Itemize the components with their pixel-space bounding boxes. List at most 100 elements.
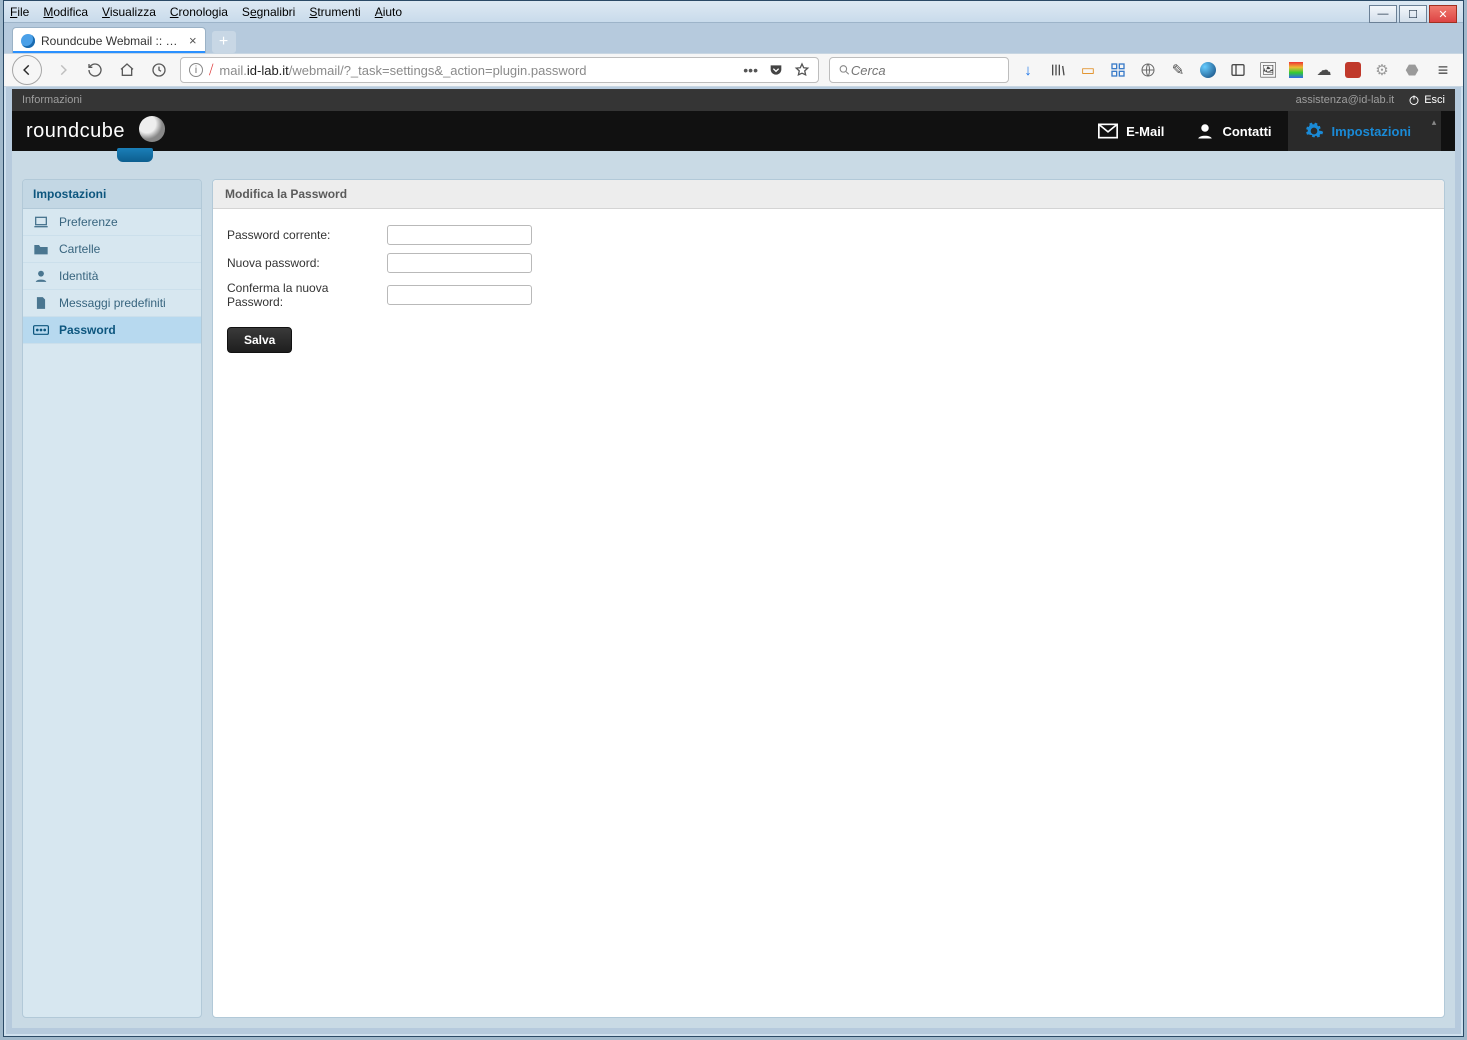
- menu-segnalibri[interactable]: Segnalibri: [242, 5, 295, 19]
- content-area: Impostazioni Preferenze Cartelle: [22, 179, 1445, 1018]
- panel-title: Modifica la Password: [213, 180, 1444, 209]
- addon-shield-icon[interactable]: [1345, 62, 1361, 78]
- logout-link[interactable]: Esci: [1408, 94, 1445, 106]
- confirm-password-label: Conferma la nuova Password:: [227, 281, 387, 309]
- settings-sidebar: Impostazioni Preferenze Cartelle: [22, 179, 202, 1018]
- browser-toolbar-icons: ↓ ▭ ✎ 🖼 ☁ ⚙ ⬣: [1019, 61, 1421, 79]
- sidebar-item-password[interactable]: Password: [23, 317, 201, 344]
- menu-file[interactable]: FFileile: [10, 5, 29, 19]
- nav-forward-button[interactable]: [52, 59, 74, 81]
- confirm-password-input[interactable]: [387, 285, 532, 305]
- downloads-icon[interactable]: ↓: [1019, 61, 1037, 79]
- topnav-settings[interactable]: Impostazioni: [1288, 111, 1427, 151]
- addon-picture-icon[interactable]: 🖼: [1259, 61, 1277, 79]
- new-tab-button[interactable]: +: [212, 31, 236, 53]
- sidebar-item-cartelle[interactable]: Cartelle: [23, 236, 201, 263]
- site-info-icon[interactable]: i: [189, 63, 203, 77]
- library-icon[interactable]: [1049, 61, 1067, 79]
- save-button[interactable]: Salva: [227, 327, 292, 353]
- logo-ball-icon: [139, 116, 165, 142]
- new-password-input[interactable]: [387, 253, 532, 273]
- row-new-password: Nuova password:: [227, 253, 1430, 273]
- tab-favicon-icon: [21, 34, 35, 48]
- browser-menu-button[interactable]: ≡: [1431, 60, 1455, 81]
- ruler-icon[interactable]: ▭: [1079, 61, 1097, 79]
- topnav-contacts[interactable]: Contatti: [1180, 111, 1287, 151]
- nav-back-button[interactable]: [12, 55, 42, 85]
- power-icon: [1408, 94, 1420, 106]
- logout-label: Esci: [1424, 94, 1445, 106]
- sidebar-item-label: Password: [59, 323, 116, 337]
- addon-circle-icon[interactable]: [1199, 61, 1217, 79]
- panel-body: Password corrente: Nuova password: Confe…: [213, 209, 1444, 369]
- addon-colorbar-icon[interactable]: [1289, 62, 1303, 78]
- sidebar-header: Impostazioni: [23, 180, 201, 209]
- addon-sidebar-icon[interactable]: [1229, 61, 1247, 79]
- new-password-label: Nuova password:: [227, 256, 387, 270]
- window-maximize-button[interactable]: ☐: [1399, 5, 1427, 23]
- addon-stop-icon[interactable]: ⬣: [1403, 61, 1421, 79]
- current-password-input[interactable]: [387, 225, 532, 245]
- row-current-password: Password corrente:: [227, 225, 1430, 245]
- url-text: mail.id-lab.it/webmail/?_task=settings&_…: [219, 63, 586, 78]
- topnav-email-label: E-Mail: [1126, 124, 1164, 139]
- nav-reload-button[interactable]: [84, 59, 106, 81]
- os-window: FFileile Modifica Visualizza Cronologia …: [3, 0, 1464, 1037]
- menu-modifica[interactable]: Modifica: [43, 5, 88, 19]
- logo-tray-icon: [117, 148, 153, 162]
- account-email: assistenza@id-lab.it: [1296, 94, 1395, 106]
- sidebar-item-label: Cartelle: [59, 242, 100, 256]
- topnav-expand-handle[interactable]: ▴: [1427, 111, 1441, 151]
- main-panel: Modifica la Password Password corrente: …: [212, 179, 1445, 1018]
- addon-gear-icon[interactable]: ⚙: [1373, 61, 1391, 79]
- addon-globe-icon[interactable]: [1139, 61, 1157, 79]
- mail-icon: [1098, 123, 1118, 139]
- sidebar-item-messaggi[interactable]: Messaggi predefiniti: [23, 290, 201, 317]
- menu-visualizza[interactable]: Visualizza: [102, 5, 156, 19]
- sidebar-item-label: Messaggi predefiniti: [59, 296, 166, 310]
- nav-history-button[interactable]: [148, 59, 170, 81]
- menu-aiuto[interactable]: Aiuto: [375, 5, 402, 19]
- tab-close-icon[interactable]: ×: [189, 33, 197, 48]
- browser-nav-bar: i ⧸ mail.id-lab.it/webmail/?_task=settin…: [4, 53, 1463, 87]
- topnav-settings-label: Impostazioni: [1332, 124, 1411, 139]
- app-logo[interactable]: roundcube: [26, 116, 171, 146]
- page-actions-icon[interactable]: •••: [743, 62, 758, 78]
- info-bar: Informazioni assistenza@id-lab.it Esci: [12, 89, 1455, 111]
- window-close-button[interactable]: ✕: [1429, 5, 1457, 23]
- info-bar-label[interactable]: Informazioni: [22, 94, 82, 106]
- sidebar-item-preferenze[interactable]: Preferenze: [23, 209, 201, 236]
- logo-text: roundcube: [26, 120, 125, 143]
- sidebar-item-identita[interactable]: Identità: [23, 263, 201, 290]
- tab-title: Roundcube Webmail :: Modific…: [41, 34, 181, 48]
- grid-icon[interactable]: [1109, 61, 1127, 79]
- laptop-icon: [33, 215, 49, 229]
- sidebar-item-label: Preferenze: [59, 215, 118, 229]
- browser-tab-strip: Roundcube Webmail :: Modific… × +: [4, 23, 1463, 53]
- folder-icon: [33, 242, 49, 256]
- topnav-email[interactable]: E-Mail: [1082, 111, 1180, 151]
- browser-tab-active[interactable]: Roundcube Webmail :: Modific… ×: [12, 27, 206, 53]
- bookmark-star-icon[interactable]: [794, 62, 810, 78]
- webmail-page: Informazioni assistenza@id-lab.it Esci r…: [12, 89, 1455, 1028]
- browser-search-box[interactable]: [829, 57, 1009, 83]
- menu-strumenti[interactable]: Strumenti: [309, 5, 360, 19]
- gear-icon: [1304, 121, 1324, 141]
- person-icon: [33, 269, 49, 283]
- browser-search-input[interactable]: [851, 63, 1000, 78]
- file-icon: [33, 296, 49, 310]
- sidebar-item-label: Identità: [59, 269, 98, 283]
- password-icon: [33, 323, 49, 337]
- menu-cronologia[interactable]: Cronologia: [170, 5, 228, 19]
- addon-cloud-icon[interactable]: ☁: [1315, 61, 1333, 79]
- nav-home-button[interactable]: [116, 59, 138, 81]
- url-bar[interactable]: i ⧸ mail.id-lab.it/webmail/?_task=settin…: [180, 57, 819, 83]
- os-menu-bar: FFileile Modifica Visualizza Cronologia …: [4, 1, 1463, 23]
- window-minimize-button[interactable]: —: [1369, 5, 1397, 23]
- top-nav: E-Mail Contatti Impostazioni ▴: [1082, 111, 1441, 151]
- search-icon: [838, 63, 851, 77]
- addon-wand-icon[interactable]: ✎: [1169, 61, 1187, 79]
- pocket-icon[interactable]: [768, 62, 784, 78]
- topnav-contacts-label: Contatti: [1222, 124, 1271, 139]
- window-controls: — ☐ ✕: [1367, 5, 1457, 23]
